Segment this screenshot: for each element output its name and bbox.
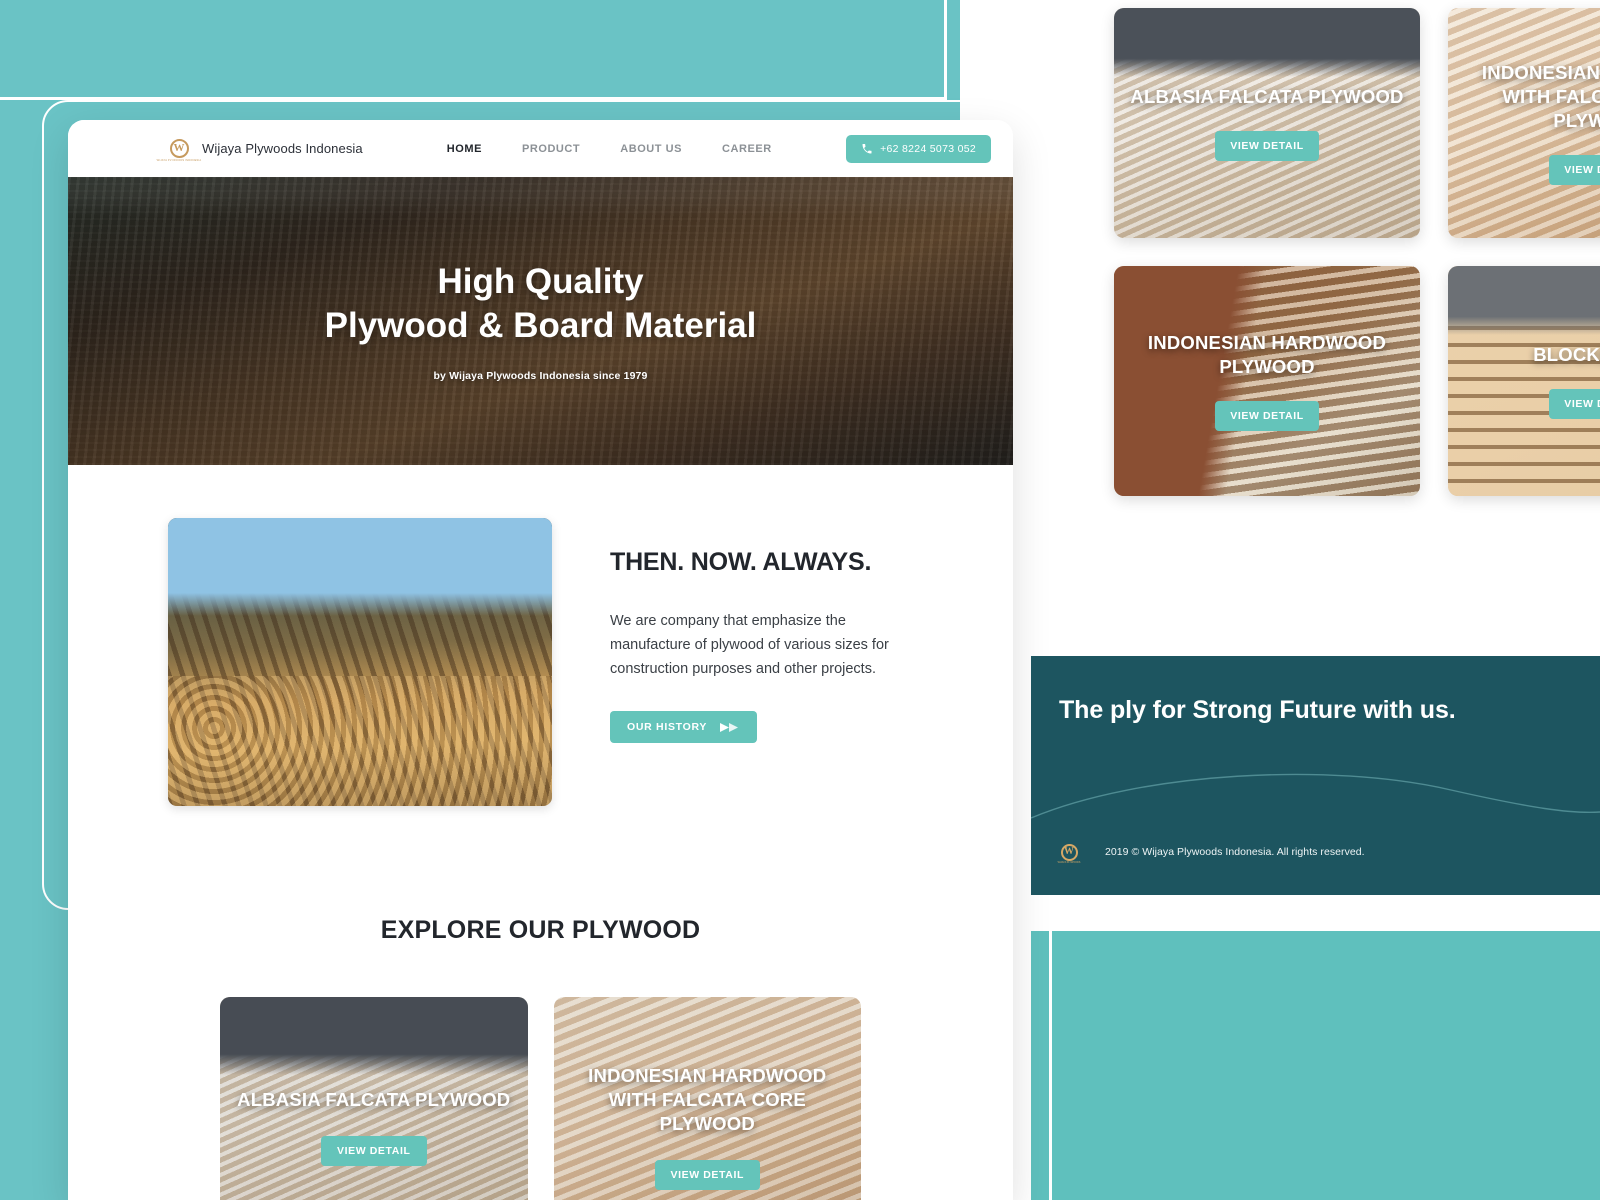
our-history-button[interactable]: OUR HISTORY [610, 711, 758, 744]
view-detail-button[interactable]: VIEW DETAIL [1215, 401, 1319, 432]
brand-name: Wijaya Plywoods Indonesia [202, 141, 363, 156]
guide-line-horizontal-bottom [1031, 928, 1600, 931]
about-image-content [168, 518, 552, 806]
footer-logo-icon: W WIJAYA PLYWOODS [1057, 841, 1081, 864]
about-image [168, 518, 552, 806]
wijaya-logo-icon: W WIJAYA PLYWOODS INDONESIA [157, 137, 201, 162]
product-card-image [1448, 266, 1600, 496]
footer-copyright: 2019 © Wijaya Plywoods Indonesia. All ri… [1105, 846, 1365, 858]
view-detail-button[interactable]: VIEW DETAIL [321, 1135, 427, 1166]
view-detail-button[interactable]: VIEW DETAIL [654, 1159, 760, 1190]
hero-text-block: High Quality Plywood & Board Material by… [68, 177, 1013, 465]
our-history-label: OUR HISTORY [627, 721, 708, 734]
website-mockup-card: W WIJAYA PLYWOODS INDONESIA Wijaya Plywo… [68, 120, 1013, 1200]
about-section: THEN. NOW. ALWAYS. We are company that e… [68, 465, 1013, 806]
product-card-title: BLOCKBOARD [1533, 343, 1600, 365]
background-teal-bottom-right [1031, 930, 1600, 1200]
footer-logo-letter: W [1064, 846, 1074, 857]
brand-logo[interactable]: W WIJAYA PLYWOODS INDONESIA Wijaya Plywo… [157, 137, 363, 162]
hero-title: High Quality Plywood & Board Material [325, 260, 757, 348]
site-header: W WIJAYA PLYWOODS INDONESIA Wijaya Plywo… [68, 120, 1013, 177]
view-detail-button[interactable]: VIEW DETAIL [1549, 155, 1600, 186]
explore-section: EXPLORE OUR PLYWOOD ALBASIA FALCATA PLYW… [68, 806, 1013, 1200]
footer-logo-subtext: WIJAYA PLYWOODS [1057, 861, 1081, 864]
nav-item-about-us[interactable]: ABOUT US [620, 143, 682, 155]
nav-item-home[interactable]: HOME [447, 143, 482, 155]
hero-subtitle: by Wijaya Plywoods Indonesia since 1979 [433, 370, 648, 383]
explore-title: EXPLORE OUR PLYWOOD [380, 916, 701, 944]
phone-cta-button[interactable]: +62 8224 5073 052 [846, 134, 991, 163]
hero-title-line-1: High Quality [437, 261, 644, 301]
logo-letter: W [173, 142, 185, 154]
product-card-title: INDONESIAN HARDWOOD PLYWOOD [1147, 331, 1387, 377]
about-body-text: We are company that emphasize the manufa… [610, 613, 889, 678]
site-footer: The ply for Strong Future with us. W WIJ… [1031, 656, 1600, 895]
footer-bottom-row: W WIJAYA PLYWOODS 2019 © Wijaya Plywoods… [1057, 841, 1365, 864]
guide-line-vertical-top [944, 0, 947, 100]
product-card-title: INDONESIAN HARDWOOD WITH FALCATA CORE PL… [1481, 61, 1600, 132]
hero-title-line-2: Plywood & Board Material [324, 306, 757, 345]
product-card[interactable]: BLOCKBOARD VIEW DETAIL [1448, 266, 1600, 496]
footer-tagline: The ply for Strong Future with us. [1059, 696, 1456, 724]
product-grid-detail-view: ALBASIA FALCATA PLYWOOD VIEW DETAIL INDO… [1114, 8, 1600, 496]
hero-banner: High Quality Plywood & Board Material by… [68, 177, 1013, 465]
main-navigation: HOME PRODUCT ABOUT US CAREER [447, 143, 772, 155]
product-card[interactable]: INDONESIAN HARDWOOD WITH FALCATA CORE PL… [1448, 8, 1600, 238]
view-detail-button[interactable]: VIEW DETAIL [1549, 389, 1600, 420]
product-card[interactable]: INDONESIAN HARDWOOD WITH FALCATA CORE PL… [553, 997, 861, 1200]
product-card-title: ALBASIA FALCATA PLYWOOD [237, 1089, 511, 1111]
double-arrow-icon [720, 722, 739, 732]
guide-line-vertical-bottom [1049, 870, 1052, 1200]
product-card-title: INDONESIAN HARDWOOD WITH FALCATA CORE PL… [588, 1065, 827, 1134]
product-card[interactable]: ALBASIA FALCATA PLYWOOD VIEW DETAIL [1114, 8, 1420, 238]
product-card-image [1114, 8, 1420, 238]
logo-subtext: WIJAYA PLYWOODS INDONESIA [156, 158, 202, 162]
product-card-title: ALBASIA FALCATA PLYWOOD [1130, 85, 1404, 107]
product-card-image [1114, 266, 1420, 496]
about-copy: THEN. NOW. ALWAYS. We are company that e… [610, 518, 910, 806]
phone-number-label: +62 8224 5073 052 [880, 142, 976, 155]
footer-wave-decoration [1031, 773, 1600, 819]
explore-card-grid: ALBASIA FALCATA PLYWOOD VIEW DETAIL INDO… [68, 997, 1013, 1200]
about-title: THEN. NOW. ALWAYS. [610, 548, 872, 576]
product-card[interactable]: ALBASIA FALCATA PLYWOOD VIEW DETAIL [220, 997, 528, 1200]
nav-item-product[interactable]: PRODUCT [522, 143, 580, 155]
nav-item-career[interactable]: CAREER [722, 143, 772, 155]
phone-icon [862, 143, 872, 153]
product-card[interactable]: INDONESIAN HARDWOOD PLYWOOD VIEW DETAIL [1114, 266, 1420, 496]
view-detail-button[interactable]: VIEW DETAIL [1215, 131, 1319, 162]
